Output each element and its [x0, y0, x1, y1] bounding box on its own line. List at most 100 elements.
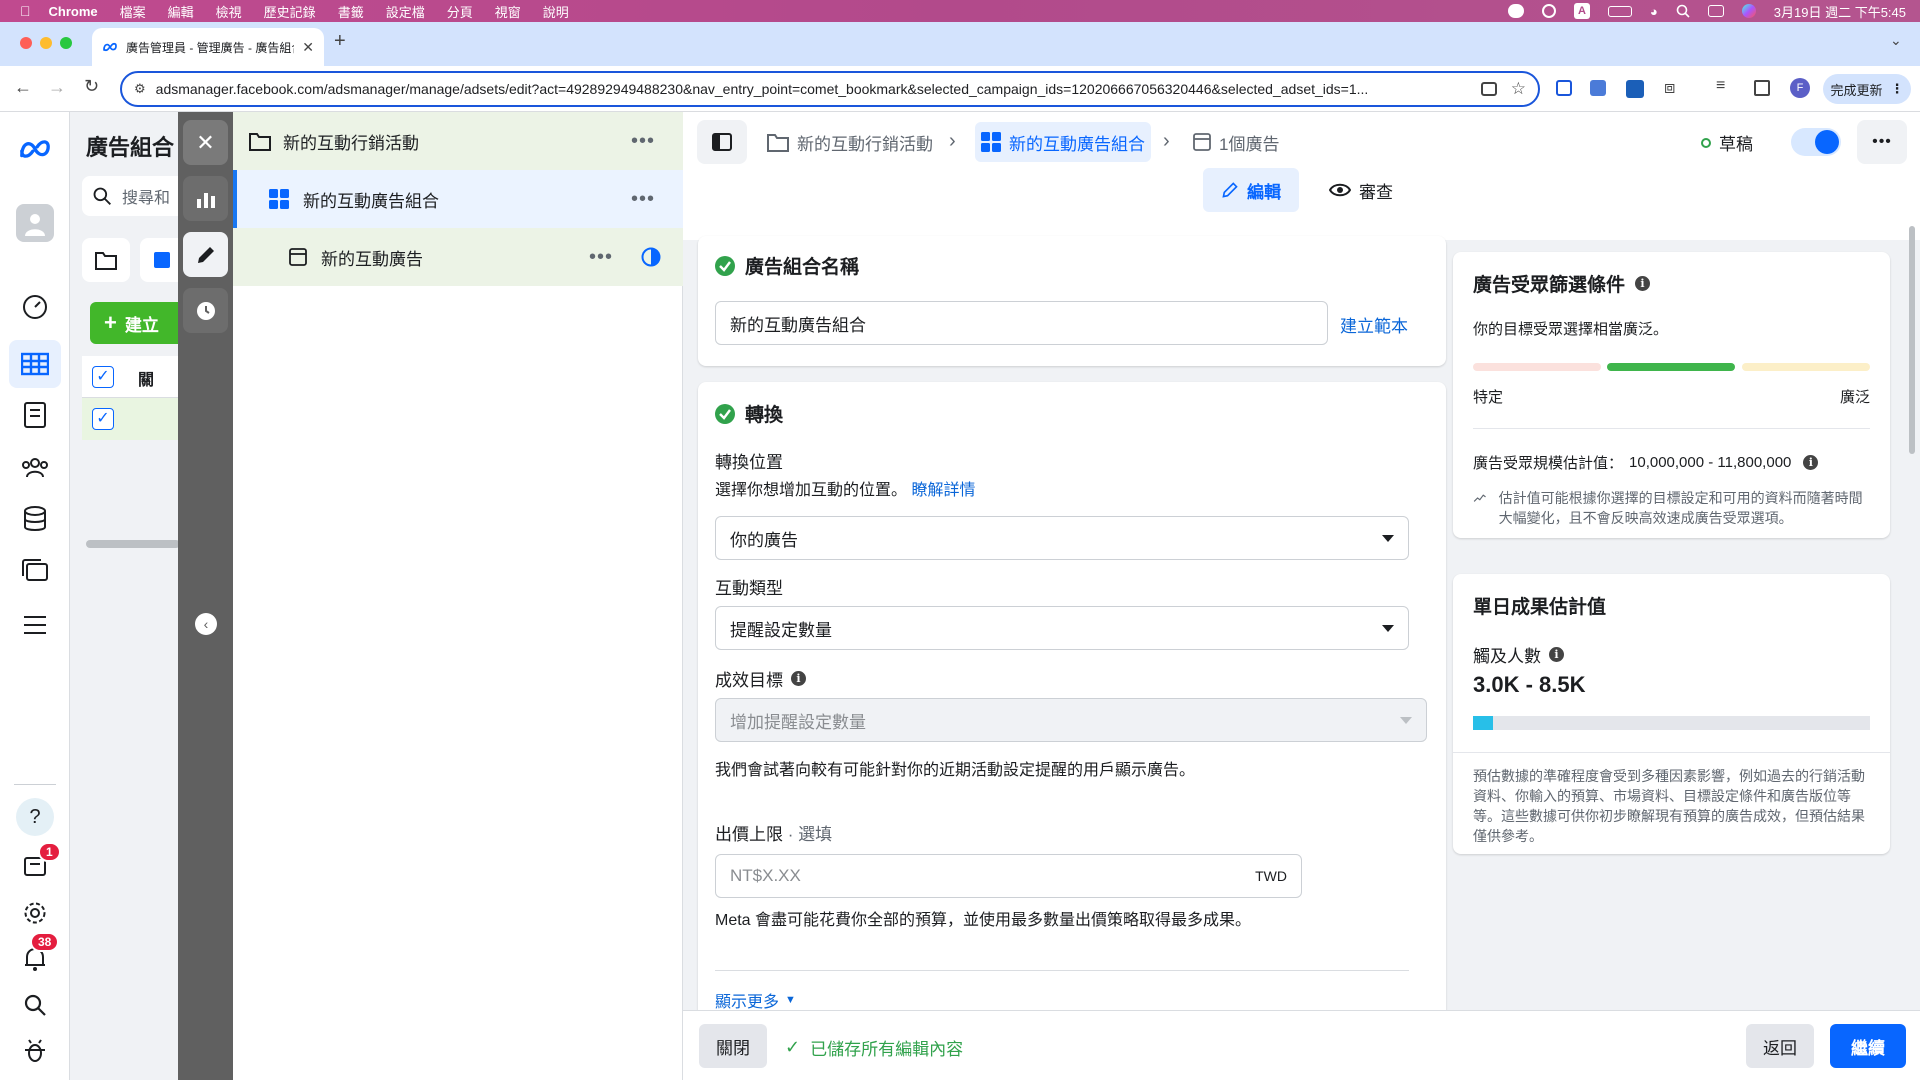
ads-manager-table-icon[interactable] — [9, 340, 61, 388]
ad-more-icon[interactable]: ••• — [589, 246, 613, 269]
reload-icon[interactable]: ↻ — [84, 76, 99, 97]
menu-bookmarks[interactable]: 書籤 — [338, 2, 364, 21]
window-minimize-button[interactable] — [40, 37, 52, 49]
create-button[interactable]: + 建立 — [90, 302, 190, 344]
menu-view[interactable]: 檢視 — [216, 2, 242, 21]
battery-icon[interactable] — [1607, 5, 1632, 17]
back-button[interactable]: 返回 — [1746, 1024, 1814, 1068]
breadcrumb-campaign[interactable]: 新的互動行銷活動 — [767, 122, 933, 162]
back-arrow-icon[interactable]: ← — [14, 77, 32, 98]
conversion-location-select[interactable]: 你的廣告 — [715, 516, 1409, 560]
show-more-link[interactable]: 顯示更多 ▼ — [715, 988, 796, 1012]
info-icon[interactable]: i — [1549, 647, 1564, 662]
toggle-sidebar-button[interactable] — [697, 120, 747, 164]
spotlight-icon[interactable] — [1676, 4, 1690, 18]
tree-item-campaign[interactable]: 新的互動行銷活動 ••• — [233, 112, 683, 170]
menu-profiles[interactable]: 設定檔 — [386, 2, 425, 21]
tree-item-ad[interactable]: 新的互動廣告 ••• — [233, 228, 683, 286]
apple-icon[interactable]:  — [20, 3, 31, 19]
adset-more-icon[interactable]: ••• — [631, 188, 655, 211]
close-editor-button[interactable]: ✕ — [183, 120, 228, 165]
tab-edit[interactable]: 編輯 — [1203, 168, 1299, 212]
settings-gear-icon[interactable] — [16, 894, 54, 932]
new-tab-button[interactable]: + — [334, 30, 346, 53]
close-button[interactable]: 關閉 — [699, 1024, 767, 1068]
bid-cap-input[interactable]: NT$X.XX TWD — [715, 854, 1302, 898]
campaigns-tab[interactable] — [82, 238, 130, 282]
side-panel-icon[interactable] — [1754, 80, 1770, 96]
editor-scrollbar[interactable] — [1909, 226, 1915, 454]
adsets-tab[interactable] — [140, 238, 180, 282]
adset-name-input[interactable]: 新的互動廣告組合 — [715, 301, 1328, 345]
reports-icon[interactable] — [16, 396, 54, 434]
info-icon[interactable]: i — [1635, 276, 1651, 291]
row-checkbox[interactable]: ✓ — [92, 408, 114, 430]
input-method-icon[interactable]: A — [1573, 3, 1590, 19]
notifications-icon[interactable]: 1 — [16, 842, 61, 884]
clock-text[interactable]: 3月19日 週二 下午5:45 — [1774, 2, 1906, 21]
update-chrome-button[interactable]: 完成更新 ⋮ — [1823, 74, 1911, 104]
profile-avatar[interactable]: F — [1790, 78, 1810, 98]
overview-gauge-icon[interactable] — [16, 288, 54, 326]
menu-file[interactable]: 檔案 — [120, 2, 146, 21]
media-library-icon[interactable] — [16, 552, 54, 590]
menu-chrome[interactable]: Chrome — [49, 4, 98, 19]
address-bar[interactable]: ⚙ adsmanager.facebook.com/adsmanager/man… — [120, 71, 1540, 107]
help-icon[interactable]: ? — [16, 798, 54, 836]
window-close-button[interactable] — [20, 37, 32, 49]
account-avatar[interactable] — [16, 204, 54, 242]
engagement-type-select[interactable]: 提醒設定數量 — [715, 606, 1409, 650]
menu-tabs[interactable]: 分頁 — [447, 2, 473, 21]
info-icon[interactable]: i — [1803, 455, 1819, 470]
table-row[interactable]: ✓ — [82, 398, 180, 440]
breadcrumb-adset[interactable]: 新的互動廣告組合 — [975, 122, 1151, 162]
collapse-panel-button[interactable]: ‹ — [195, 613, 217, 635]
wifi-icon[interactable]: ◕ — [1650, 4, 1658, 19]
install-app-icon[interactable] — [1480, 82, 1497, 96]
all-tools-menu-icon[interactable] — [16, 606, 54, 644]
extensions-puzzle-icon[interactable]: ⧈ — [1664, 77, 1675, 98]
control-center-icon[interactable] — [1707, 5, 1724, 17]
siri-icon[interactable] — [1741, 4, 1756, 18]
media-controls-icon[interactable]: ≡ — [1716, 77, 1725, 95]
continue-button[interactable]: 繼續 — [1830, 1024, 1906, 1068]
window-zoom-button[interactable] — [60, 37, 72, 49]
site-info-icon[interactable]: ⚙ — [134, 81, 146, 97]
translate-extension-icon[interactable] — [1590, 80, 1606, 96]
bookmark-star-icon[interactable]: ☆ — [1511, 79, 1526, 99]
billing-icon[interactable] — [16, 500, 54, 538]
column-header-onoff[interactable]: 關 — [138, 366, 154, 390]
search-icon[interactable] — [16, 986, 54, 1024]
info-icon[interactable]: i — [791, 671, 806, 686]
tab-close-icon[interactable]: ✕ — [302, 39, 314, 56]
url-text[interactable]: adsmanager.facebook.com/adsmanager/manag… — [156, 81, 1481, 97]
history-button[interactable] — [183, 288, 228, 333]
menu-edit[interactable]: 編輯 — [168, 2, 194, 21]
tab-search-chevron-icon[interactable]: ⌄ — [1890, 32, 1902, 49]
create-template-link[interactable]: 建立範本 — [1340, 312, 1408, 337]
alerts-bell-icon[interactable]: 38 — [16, 932, 60, 978]
more-options-button[interactable]: ••• — [1857, 120, 1907, 164]
charts-button[interactable] — [183, 176, 228, 221]
media-icon[interactable] — [1541, 4, 1556, 18]
extension-1-icon[interactable] — [1556, 80, 1572, 96]
breadcrumb-ads[interactable]: 1個廣告 — [1193, 122, 1279, 162]
browser-tab[interactable]: 廣告管理員 - 管理廣告 - 廣告組合 ✕ — [92, 28, 324, 66]
tree-item-adset[interactable]: 新的互動廣告組合 ••• — [233, 170, 683, 228]
learn-more-link[interactable]: 瞭解詳情 — [911, 482, 975, 499]
menu-help[interactable]: 說明 — [543, 2, 569, 21]
select-all-checkbox[interactable]: ✓ — [92, 366, 114, 388]
forward-arrow-icon[interactable]: → — [48, 77, 66, 98]
tab-review[interactable]: 審查 — [1313, 168, 1409, 212]
meta-logo-icon[interactable] — [16, 130, 54, 168]
edit-mode-button[interactable] — [183, 232, 228, 277]
table-horizontal-scrollbar[interactable] — [86, 540, 180, 548]
bug-report-icon[interactable] — [16, 1032, 54, 1070]
menu-window[interactable]: 視窗 — [495, 2, 521, 21]
extension-3-icon[interactable] — [1626, 80, 1644, 98]
line-icon[interactable] — [1507, 4, 1524, 18]
adset-toggle[interactable] — [1791, 128, 1841, 156]
campaign-more-icon[interactable]: ••• — [631, 130, 655, 153]
audiences-icon[interactable] — [16, 448, 54, 486]
menu-history[interactable]: 歷史記錄 — [264, 2, 316, 21]
